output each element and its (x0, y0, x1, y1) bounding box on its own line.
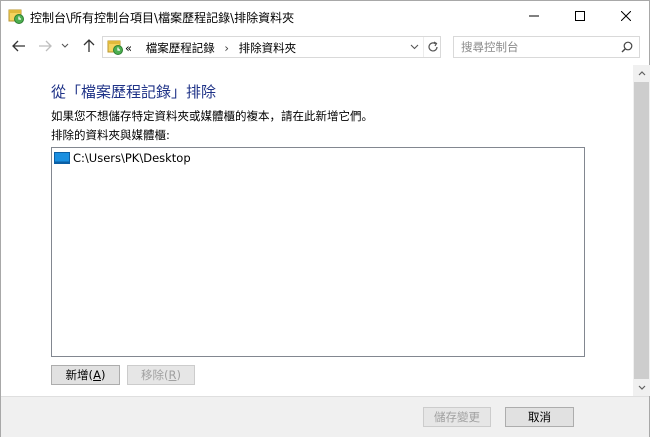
close-button[interactable] (603, 1, 649, 31)
recent-locations-button[interactable] (59, 37, 71, 55)
back-button[interactable] (10, 37, 28, 55)
minimize-button[interactable] (511, 1, 557, 31)
address-history-button[interactable] (406, 37, 422, 57)
breadcrumb: « 檔案歷程記錄 › 排除資料夾 (125, 40, 296, 56)
breadcrumb-separator[interactable]: › (224, 41, 229, 55)
file-history-icon (8, 8, 24, 24)
list-item[interactable]: C:\Users\PK\Desktop (54, 150, 191, 166)
file-history-icon (107, 39, 123, 55)
save-changes-button[interactable]: 儲存變更 (423, 407, 491, 427)
chevron-up-icon (638, 71, 645, 76)
arrow-right-icon (39, 40, 52, 52)
search-box[interactable] (453, 36, 640, 58)
refresh-icon (427, 41, 438, 52)
breadcrumb-overflow[interactable]: « (125, 41, 132, 55)
page-description: 如果您不想儲存特定資料夾或媒體櫃的複本，請在此新增它們。 (51, 109, 373, 123)
window-title: 控制台\所有控制台項目\檔案歷程記錄\排除資料夾 (30, 11, 295, 25)
chevron-down-icon (638, 385, 645, 390)
navigation-bar: « 檔案歷程記錄 › 排除資料夾 (1, 31, 649, 63)
vertical-scrollbar[interactable] (633, 65, 650, 396)
chevron-down-icon (61, 43, 69, 48)
scroll-up-button[interactable] (633, 65, 650, 82)
cancel-button[interactable]: 取消 (505, 407, 574, 427)
up-button[interactable] (80, 37, 98, 55)
add-button[interactable]: 新增(A) (51, 365, 120, 385)
breadcrumb-exclude-folders[interactable]: 排除資料夾 (239, 41, 297, 55)
scroll-down-button[interactable] (633, 379, 650, 396)
excluded-list-label: 排除的資料夾與媒體櫃: (51, 128, 170, 142)
list-item-path: C:\Users\PK\Desktop (73, 151, 191, 165)
desktop-folder-icon (54, 151, 70, 165)
breadcrumb-file-history[interactable]: 檔案歷程記錄 (146, 41, 215, 55)
page-title: 從「檔案歷程記錄」排除 (51, 83, 217, 101)
arrow-up-icon (83, 39, 95, 52)
control-panel-window: 控制台\所有控制台項目\檔案歷程記錄\排除資料夾 « 檔案歷程記錄 › 排除資料… (0, 0, 650, 437)
maximize-button[interactable] (557, 1, 603, 31)
excluded-folders-list[interactable]: C:\Users\PK\Desktop (51, 147, 585, 357)
scroll-thumb[interactable] (634, 82, 649, 379)
forward-button[interactable] (36, 37, 54, 55)
address-bar[interactable]: « 檔案歷程記錄 › 排除資料夾 (102, 36, 441, 58)
search-icon[interactable] (619, 39, 635, 55)
title-bar: 控制台\所有控制台項目\檔案歷程記錄\排除資料夾 (1, 1, 649, 31)
remove-button[interactable]: 移除(R) (127, 365, 195, 385)
refresh-button[interactable] (423, 37, 441, 57)
chevron-down-icon (410, 44, 418, 50)
arrow-left-icon (12, 40, 25, 52)
main-content: 從「檔案歷程記錄」排除 如果您不想儲存特定資料夾或媒體櫃的複本，請在此新增它們。… (1, 65, 633, 396)
footer-bar: 儲存變更 取消 (1, 396, 649, 437)
search-input[interactable] (454, 37, 614, 57)
